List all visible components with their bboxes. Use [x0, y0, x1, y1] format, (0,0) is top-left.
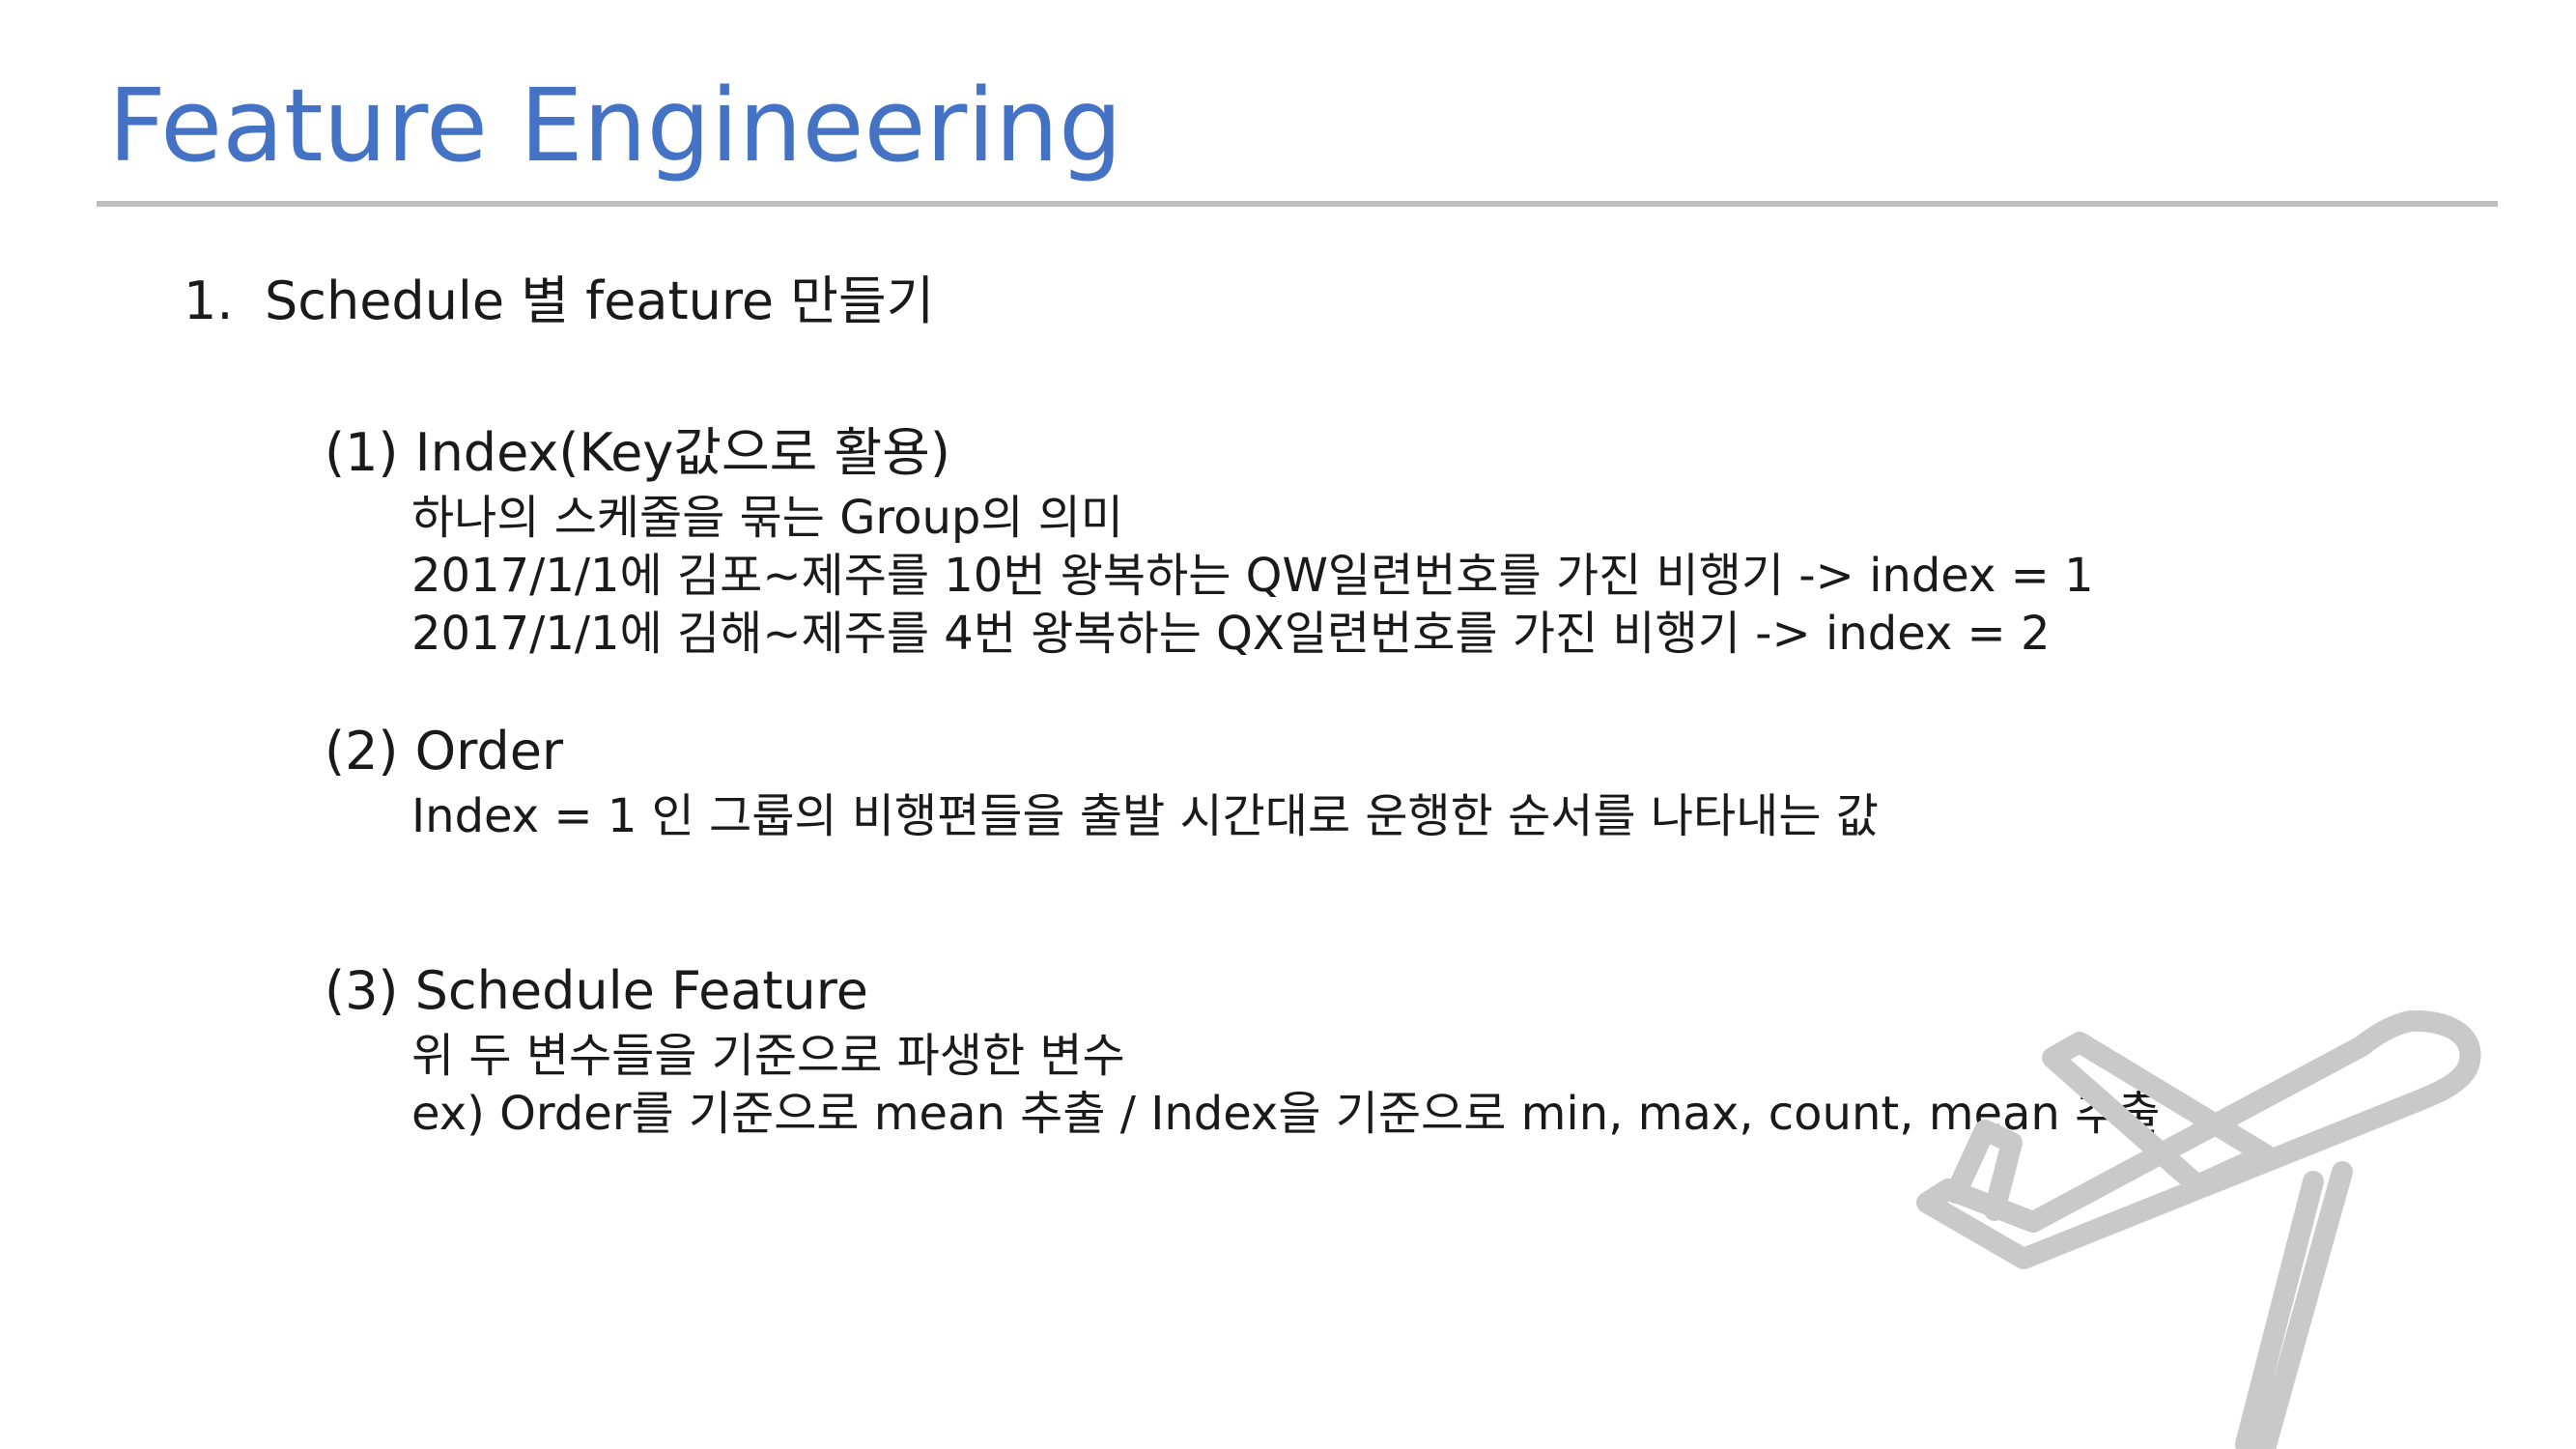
subsection-line: 2017/1/1에 김해~제주를 4번 왕복하는 QX일련번호를 가진 비행기 … — [411, 607, 2051, 661]
subsection-line: Index = 1 인 그룹의 비행편들을 출발 시간대로 운행한 순서를 나타… — [411, 789, 1879, 843]
title-divider — [97, 201, 2498, 207]
subsection-line: 하나의 스케줄을 묶는 Group의 의미 — [411, 491, 1124, 545]
subsection-line: ex) Order를 기준으로 mean 추출 / Index을 기준으로 mi… — [411, 1087, 2161, 1141]
subsection-line: 2017/1/1에 김포~제주를 10번 왕복하는 QW일련번호를 가진 비행기… — [411, 549, 2094, 603]
slide-title: Feature Engineering — [108, 67, 1123, 185]
slide: Feature Engineering 1. Schedule 별 feature… — [0, 0, 2576, 1449]
section-heading: 1. Schedule 별 feature 만들기 — [184, 270, 934, 333]
subsection-line: 위 두 변수들을 기준으로 파생한 변수 — [411, 1029, 1125, 1083]
subsection-title: (3) Schedule Feature — [325, 960, 869, 1021]
heading-number: 1. — [184, 270, 234, 331]
subsection-title: (2) Order — [325, 721, 564, 781]
subsection-title: (1) Index(Key값으로 활용) — [325, 422, 950, 483]
airplane-icon — [1916, 1009, 2481, 1449]
heading-text: Schedule 별 feature 만들기 — [265, 270, 935, 331]
subsection-order: (2) Order Index = 1 인 그룹의 비행편들을 출발 시간대로 … — [325, 716, 1879, 845]
subsection-schedule-feature: (3) Schedule Feature 위 두 변수들을 기준으로 파생한 변… — [325, 955, 2160, 1143]
subsection-index: (1) Index(Key값으로 활용) 하나의 스케줄을 묶는 Group의 … — [325, 417, 2094, 663]
